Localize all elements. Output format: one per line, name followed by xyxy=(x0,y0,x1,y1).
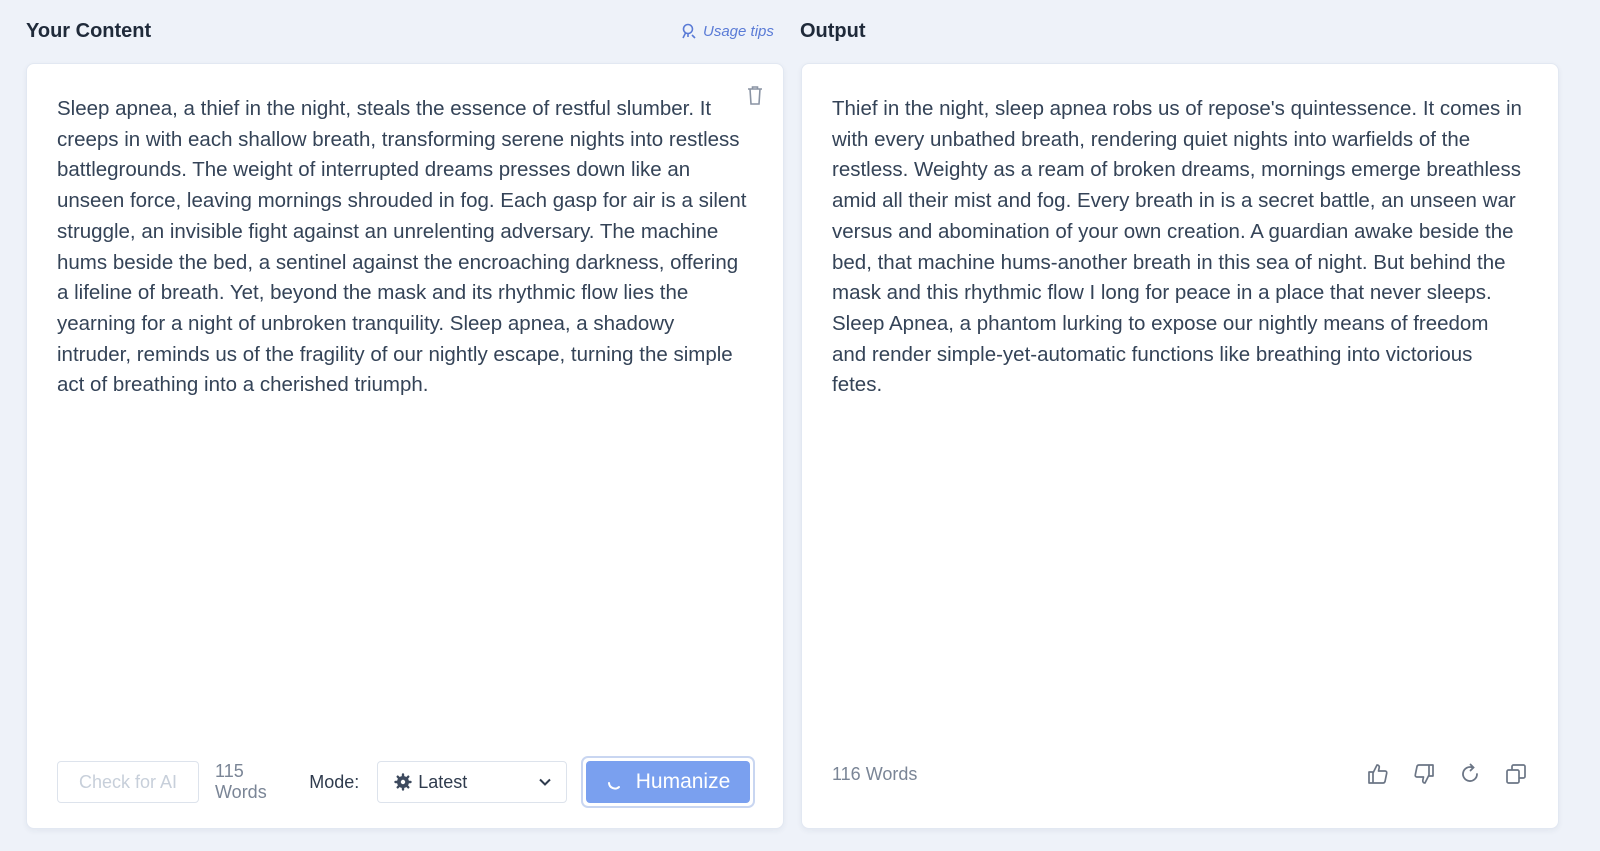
check-for-ai-button[interactable]: Check for AI xyxy=(57,761,200,803)
gear-icon xyxy=(394,773,412,791)
output-word-count: 116 Words xyxy=(832,763,918,784)
thumbs-down-icon[interactable] xyxy=(1412,762,1436,786)
mode-label: Mode: xyxy=(309,771,360,792)
input-word-count: 115 Words xyxy=(215,761,267,802)
spinner-icon xyxy=(606,773,624,791)
usage-tips-label: Usage tips xyxy=(703,22,774,40)
mode-select[interactable]: Latest xyxy=(377,761,568,803)
usage-tips-link[interactable]: Usage tips xyxy=(680,22,774,40)
input-panel: Sleep apnea, a thief in the night, steal… xyxy=(26,63,784,829)
trash-icon[interactable] xyxy=(745,84,765,111)
output-footer: 116 Words xyxy=(832,758,1528,790)
humanize-button[interactable]: Humanize xyxy=(586,761,751,803)
input-textarea[interactable]: Sleep apnea, a thief in the night, steal… xyxy=(57,94,747,401)
output-text: Thief in the night, sleep apnea robs us … xyxy=(832,97,1522,397)
mode-value: Latest xyxy=(418,771,468,792)
chevron-down-icon xyxy=(538,777,552,787)
bulb-icon xyxy=(680,22,698,40)
thumbs-up-icon[interactable] xyxy=(1366,762,1390,786)
output-title: Output xyxy=(800,20,866,42)
input-footer: Check for AI 115 Words Mode: Latest Huma… xyxy=(57,756,756,808)
refresh-icon[interactable] xyxy=(1458,762,1482,786)
humanize-label: Humanize xyxy=(635,770,731,793)
output-panel: Thief in the night, sleep apnea robs us … xyxy=(801,63,1559,829)
copy-icon[interactable] xyxy=(1504,762,1528,786)
your-content-title: Your Content xyxy=(26,20,152,42)
humanize-button-focus-ring: Humanize xyxy=(581,756,756,808)
